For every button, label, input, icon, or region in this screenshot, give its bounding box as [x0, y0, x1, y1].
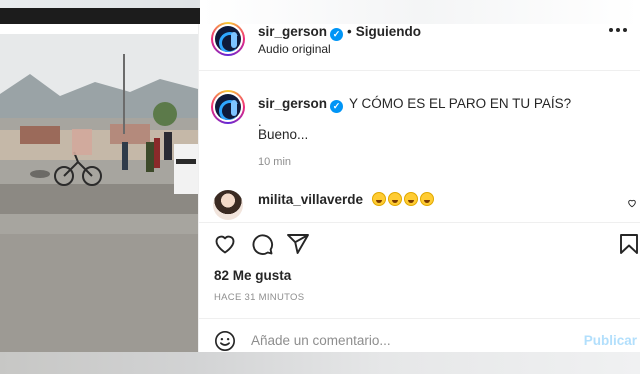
post-timestamp: HACE 31 MINUTOS [214, 292, 305, 303]
author-row: sir_gerson ✓ • Siguiendo [258, 24, 421, 41]
blur-light-band [200, 0, 640, 24]
more-icon[interactable] [609, 28, 627, 32]
verified-icon: ✓ [330, 100, 344, 113]
bookmark-icon[interactable] [617, 232, 640, 256]
author-avatar[interactable] [211, 22, 245, 56]
laughing-emoji-icon [403, 192, 418, 206]
smiley-icon[interactable] [214, 330, 236, 352]
publish-button[interactable]: Publicar [584, 333, 637, 348]
comment-like-icon[interactable] [627, 198, 637, 208]
actions-divider [199, 222, 640, 223]
comment-input[interactable]: Añade un comentario... [251, 333, 391, 348]
caption-author[interactable]: sir_gerson [258, 96, 327, 111]
laughing-emoji-icon [371, 192, 386, 206]
caption-text: Y CÓMO ES EL PARO EN TU PAÍS? [349, 96, 572, 111]
comment-icon[interactable] [250, 232, 274, 256]
post-header: sir_gerson ✓ • Siguiendo Audio original [211, 22, 640, 60]
laughing-emoji-icon [387, 192, 402, 206]
post-side-panel: sir_gerson ✓ • Siguiendo Audio original sir… [198, 22, 640, 352]
heart-icon[interactable] [213, 232, 237, 256]
following-button[interactable]: Siguiendo [356, 24, 421, 39]
audio-label[interactable]: Audio original [258, 42, 331, 56]
action-bar [199, 228, 640, 262]
separator-dot: • [347, 24, 352, 39]
reel-video[interactable] [0, 34, 198, 352]
header-divider [199, 70, 640, 71]
blur-dark-band [0, 8, 200, 24]
caption-time: 10 min [258, 156, 292, 168]
bottom-blur-strip [0, 352, 640, 374]
top-blur-strip [0, 0, 640, 24]
author-username[interactable]: sir_gerson [258, 24, 327, 39]
commenter-username[interactable]: milita_villaverde [258, 192, 363, 207]
caption-line-3: Bueno... [258, 127, 309, 142]
comment-emojis [371, 192, 436, 207]
comment-box-divider [199, 318, 640, 319]
verified-icon: ✓ [330, 28, 344, 41]
caption-line-1: sir_gerson ✓ Y CÓMO ES EL PARO EN TU PAÍS? [258, 96, 571, 113]
video-frame [0, 34, 198, 352]
likes-count[interactable]: 82 Me gusta [214, 268, 291, 283]
caption-author-avatar[interactable] [211, 90, 245, 124]
laughing-emoji-icon [419, 192, 434, 206]
commenter-avatar[interactable] [213, 190, 243, 220]
comment-text: milita_villaverde [258, 192, 436, 207]
share-icon[interactable] [286, 232, 310, 256]
comment-item: milita_villaverde [211, 186, 640, 220]
